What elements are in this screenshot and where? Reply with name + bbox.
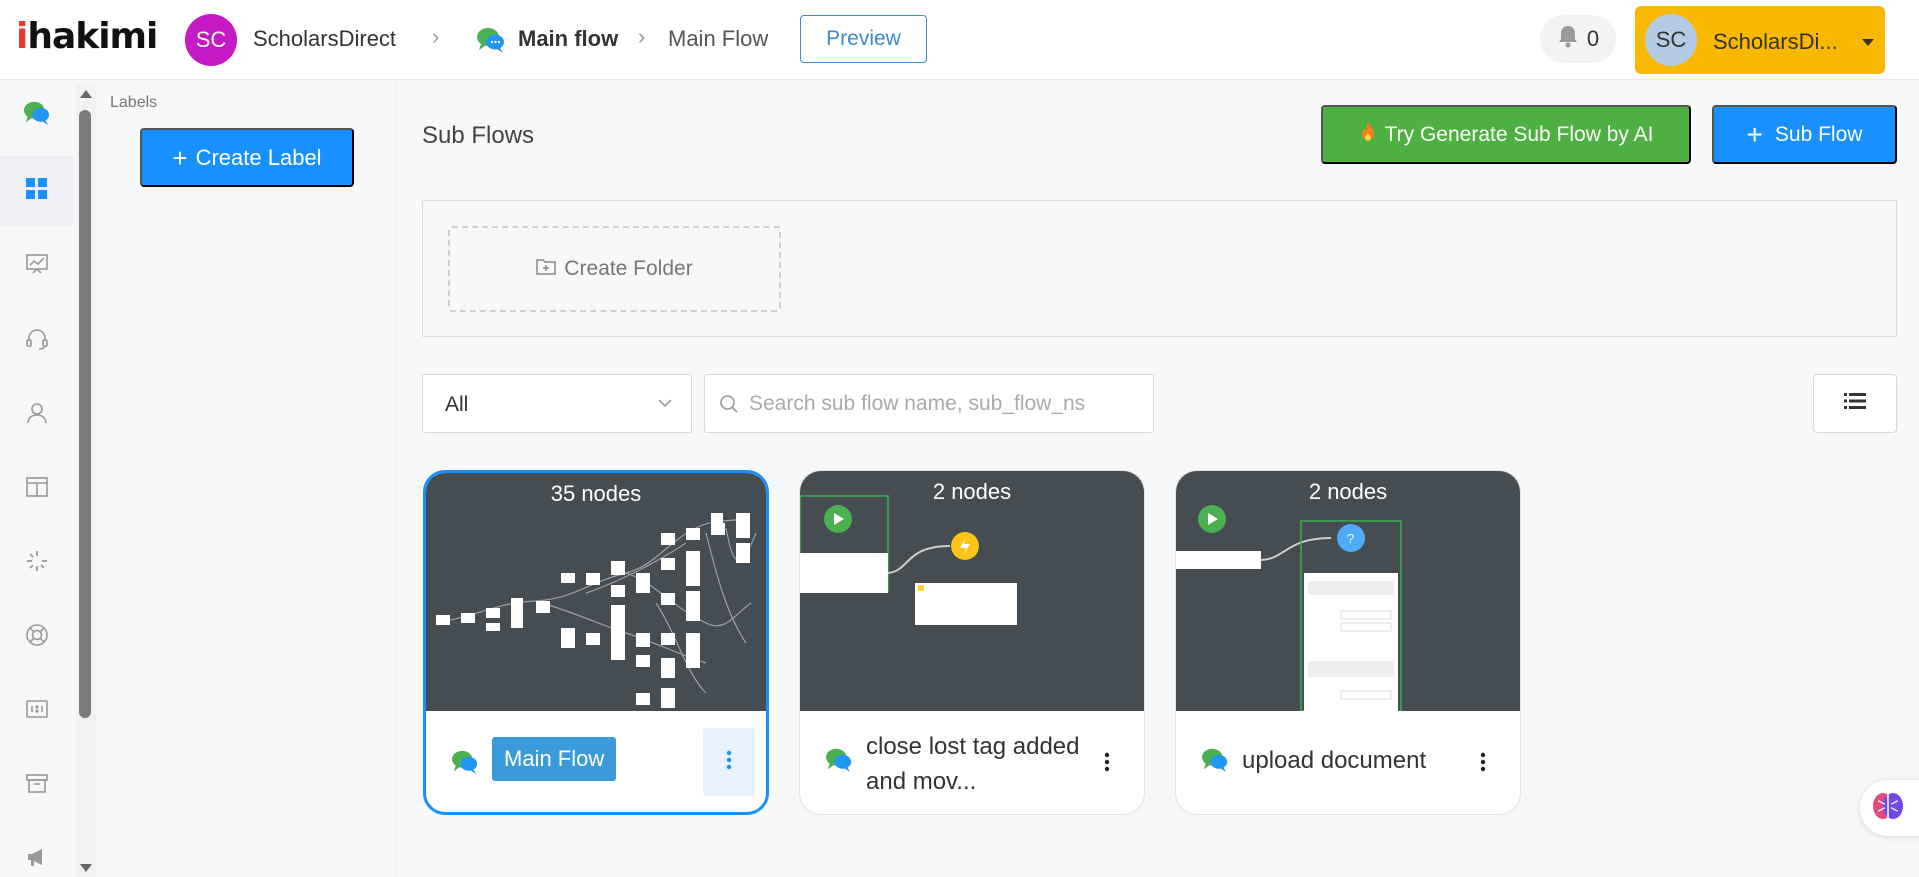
notification-count: 0 (1586, 26, 1600, 51)
flow-preview-thumbnail[interactable]: 2 nodes ? (1176, 471, 1520, 711)
folder-plus-icon (536, 257, 557, 281)
search-box (704, 374, 1154, 433)
flow-preview-thumbnail[interactable]: 35 nodes (426, 473, 766, 711)
flow-preview-thumbnail[interactable]: 2 nodes (800, 471, 1144, 711)
search-icon (719, 394, 739, 419)
filter-value: All (445, 393, 469, 416)
chat-flow-icon (825, 747, 853, 778)
user-menu-button[interactable]: SC ScholarsDi... (1635, 6, 1885, 74)
sub-flow-name[interactable]: Main Flow (492, 737, 617, 781)
layout-icon (25, 475, 49, 504)
brain-icon (1872, 791, 1904, 826)
left-navigation (0, 80, 74, 877)
plus-icon: + (172, 142, 188, 173)
breadcrumb-separator-icon: › (638, 24, 646, 49)
user-avatar: SC (1645, 14, 1697, 66)
labels-panel: Labels + Create Label (97, 80, 397, 877)
folder-panel: Create Folder (422, 200, 1897, 337)
nav-contacts[interactable] (0, 380, 74, 450)
breadcrumb-main-flow[interactable]: Main flow (518, 26, 618, 52)
sub-flow-card[interactable]: 2 nodes close lost tag added and mov... (799, 470, 1145, 815)
flow-diagram-preview: ? (1176, 505, 1402, 711)
analytics-icon (25, 252, 49, 281)
loading-icon (25, 549, 49, 578)
chat-flow-icon (476, 26, 506, 59)
chevron-down-icon (657, 395, 673, 416)
scrollbar-thumb[interactable] (79, 110, 91, 718)
card-footer: close lost tag added and mov... (800, 711, 1144, 814)
nav-ratio[interactable] (0, 676, 74, 746)
sidebar-scrollbar[interactable] (76, 84, 96, 877)
ihakimi-logo[interactable]: ihakimi (16, 16, 158, 57)
fire-icon (1359, 121, 1377, 149)
nav-layout[interactable] (0, 454, 74, 524)
notifications-button[interactable]: 0 (1540, 15, 1616, 63)
create-label-button[interactable]: + Create Label (140, 128, 354, 187)
labels-title: Labels (110, 94, 158, 111)
archive-icon (25, 771, 49, 800)
search-input[interactable] (749, 387, 1139, 421)
flow-diagram-preview (436, 513, 757, 708)
card-more-button[interactable] (1092, 749, 1122, 779)
sub-flow-card[interactable]: 2 nodes ? upload document (1175, 470, 1521, 815)
card-more-button[interactable] (703, 728, 755, 796)
megaphone-icon (25, 845, 49, 874)
card-footer: upload document (1176, 711, 1520, 814)
ratio-icon (25, 697, 49, 726)
generate-sub-flow-ai-button[interactable]: Try Generate Sub Flow by AI (1321, 105, 1691, 164)
nav-archive[interactable] (0, 750, 74, 820)
chat-flow-icon (451, 749, 479, 780)
sub-flow-name[interactable]: upload document (1242, 743, 1457, 778)
caret-down-icon (1862, 39, 1874, 46)
headset-icon (25, 327, 49, 356)
chat-flow-icon (1201, 747, 1229, 778)
card-footer: Main Flow (426, 713, 766, 812)
plus-icon: + (1746, 118, 1763, 150)
more-vertical-icon (1480, 752, 1486, 777)
card-more-button[interactable] (1468, 749, 1498, 779)
ai-assistant-button[interactable] (1860, 780, 1919, 836)
folder-filter-select[interactable]: All (422, 374, 692, 433)
preview-button[interactable]: Preview (800, 15, 927, 63)
nav-support[interactable] (0, 602, 74, 672)
scroll-down-icon[interactable] (80, 864, 92, 872)
nav-integrations[interactable] (0, 528, 74, 598)
more-vertical-icon (726, 750, 732, 775)
nav-broadcast[interactable] (0, 824, 74, 877)
chat-flow-icon (23, 100, 51, 131)
list-icon (1844, 392, 1866, 415)
more-vertical-icon (1104, 752, 1110, 777)
top-bar: ihakimi SC ScholarsDirect › Main flow › … (0, 0, 1919, 80)
page-title: Sub Flows (422, 122, 535, 149)
user-name: ScholarsDi... (1713, 29, 1838, 54)
sub-flow-name[interactable]: close lost tag added and mov... (866, 729, 1081, 799)
sub-flow-card[interactable]: 35 nodes Main Flow (423, 470, 769, 815)
breadcrumb-current: Main Flow (668, 26, 769, 51)
nav-dashboard[interactable] (0, 156, 74, 226)
create-folder-button[interactable]: Create Folder (448, 226, 781, 312)
flow-diagram-preview (800, 495, 1017, 625)
workspace-name[interactable]: ScholarsDirect (253, 26, 396, 52)
user-icon (25, 401, 49, 430)
lifebuoy-icon (25, 623, 49, 652)
bell-icon (1557, 24, 1579, 54)
breadcrumb-separator-icon: › (432, 24, 440, 49)
workspace-avatar[interactable]: SC (185, 14, 237, 66)
scroll-up-icon[interactable] (80, 90, 92, 98)
svg-text:?: ? (1347, 531, 1354, 546)
nav-chat-flow[interactable] (0, 80, 74, 150)
nav-live-chat[interactable] (0, 306, 74, 376)
add-sub-flow-button[interactable]: + Sub Flow (1712, 105, 1897, 164)
dashboard-grid-icon (26, 177, 48, 205)
nav-analytics[interactable] (0, 231, 74, 301)
list-view-toggle[interactable] (1813, 374, 1897, 433)
